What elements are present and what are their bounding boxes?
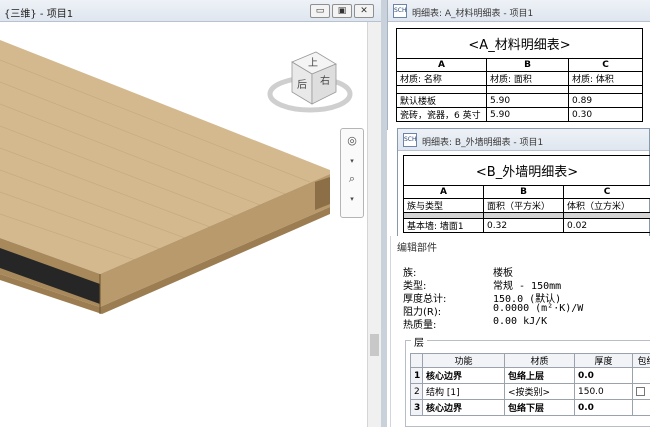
table-row[interactable]: 3 核心边界 包络下层 0.0 — [410, 399, 650, 416]
layers-group-label: 层 — [411, 334, 427, 349]
layer-number[interactable]: 2 — [410, 383, 423, 400]
column-letter[interactable]: C — [567, 58, 644, 72]
table-cell[interactable]: 0.89 — [567, 93, 644, 108]
layer-wrap[interactable] — [632, 383, 650, 400]
column-letter[interactable]: A — [396, 58, 487, 72]
viewcube[interactable]: 上 后 右 — [267, 51, 353, 113]
layer-function[interactable]: 核心边界 — [422, 399, 505, 416]
table-row[interactable]: 默认楼板 5.90 0.89 — [396, 93, 644, 108]
schedule-a-window-title: 明细表: A_材料明细表 - 项目1 — [412, 9, 534, 19]
layers-table[interactable]: 功能 材质 厚度 包络 1 核心边界 包络上层 0.0 2 结构 [1] <按类… — [410, 353, 650, 416]
3d-canvas[interactable]: 上 后 右 — [0, 22, 367, 427]
chevron-down-icon[interactable]: ▾ — [344, 153, 360, 169]
table-cell[interactable]: 默认楼板 — [396, 93, 487, 108]
table-cell[interactable]: 5.90 — [486, 107, 569, 122]
viewcube-right-label: 右 — [320, 74, 330, 87]
column-letter[interactable]: C — [563, 185, 650, 199]
column-header[interactable]: 材质: 体积 — [567, 71, 644, 86]
3d-view-title: {三维} - 项目1 — [4, 9, 74, 20]
schedule-b-title: <B_外墙明细表> — [403, 155, 650, 186]
table-row[interactable]: 基本墙: 墙面1 0.32 0.02 — [403, 218, 650, 233]
layer-function[interactable]: 结构 [1] — [422, 383, 505, 400]
layer-number[interactable]: 1 — [410, 367, 423, 384]
column-header[interactable]: 材质: 名称 — [396, 71, 487, 86]
schedule-a-title: <A_材料明细表> — [395, 28, 644, 59]
steering-wheel-icon[interactable]: ◎ — [344, 133, 360, 149]
layer-material[interactable]: 包络上层 — [504, 367, 575, 384]
schedule-b-titlebar[interactable]: SCH 明细表: B_外墙明细表 - 项目1 — [398, 129, 649, 151]
column-letter[interactable]: B — [486, 58, 569, 72]
layer-wrap — [632, 367, 650, 384]
table-row[interactable]: 2 结构 [1] <按类别> 150.0 — [410, 383, 650, 400]
layer-number[interactable]: 3 — [410, 399, 423, 416]
thermal-mass-label: 热质量: — [403, 320, 437, 331]
table-cell[interactable]: 0.02 — [563, 218, 650, 233]
minimize-button[interactable]: ▭ — [310, 4, 330, 18]
layer-header-index — [410, 353, 423, 368]
table-row[interactable]: 瓷砖，瓷器，6 英寸 5.90 0.30 — [396, 107, 644, 122]
chevron-down-icon[interactable]: ▾ — [344, 191, 360, 207]
viewcube-top-label: 上 — [308, 57, 318, 69]
vertical-scrollbar[interactable] — [367, 22, 381, 427]
edit-assembly-title: 编辑部件 — [397, 243, 437, 254]
table-row[interactable]: 1 核心边界 包络上层 0.0 — [410, 367, 650, 384]
layer-thickness[interactable]: 150.0 — [574, 383, 633, 400]
table-cell[interactable]: 0.32 — [483, 218, 564, 233]
layers-group: 功能 材质 厚度 包络 1 核心边界 包络上层 0.0 2 结构 [1] <按类… — [405, 340, 650, 427]
column-letter[interactable]: A — [403, 185, 484, 199]
layer-header-wrap[interactable]: 包络 — [632, 353, 650, 368]
schedule-b-table[interactable]: <B_外墙明细表> A B C 族与类型 面积（平方米） 体积（立方米） 基本墙… — [403, 155, 650, 233]
schedule-icon: SCH — [403, 133, 417, 147]
column-header[interactable]: 面积（平方米） — [483, 198, 564, 213]
layer-thickness[interactable]: 0.0 — [574, 367, 633, 384]
schedule-a-window[interactable]: SCH 明细表: A_材料明细表 - 项目1 <A_材料明细表> A B C 材… — [387, 0, 650, 130]
3d-view-titlebar[interactable]: {三维} - 项目1 ▭ ▣ ✕ — [0, 0, 381, 22]
resistance-value: 0.0000 (m²·K)/W — [493, 303, 584, 314]
layer-material[interactable]: 包络下层 — [504, 399, 575, 416]
restore-button[interactable]: ▣ — [332, 4, 352, 18]
table-cell[interactable]: 瓷砖，瓷器，6 英寸 — [396, 107, 487, 122]
table-cell[interactable]: 基本墙: 墙面1 — [403, 218, 484, 233]
3d-view-window[interactable]: 上 后 右 {三维} - 项目1 ▭ ▣ ✕ ◎ ▾ ⌕ ▾ — [0, 0, 381, 427]
layer-material[interactable]: <按类别> — [504, 383, 575, 400]
column-letter[interactable]: B — [483, 185, 564, 199]
slab-top-face[interactable] — [0, 40, 330, 274]
column-header[interactable]: 体积（立方米） — [563, 198, 650, 213]
layer-header-thickness[interactable]: 厚度 — [574, 353, 633, 368]
edit-assembly-panel[interactable]: 编辑部件 族: 楼板 类型: 常规 - 150mm 厚度总计: 150.0 (默… — [390, 236, 650, 427]
zoom-icon[interactable]: ⌕ — [344, 171, 360, 187]
schedule-a-table[interactable]: <A_材料明细表> A B C 材质: 名称 材质: 面积 材质: 体积 默认楼… — [395, 28, 644, 122]
column-header[interactable]: 族与类型 — [403, 198, 484, 213]
schedule-b-window[interactable]: SCH 明细表: B_外墙明细表 - 项目1 <B_外墙明细表> A B C 族… — [397, 128, 650, 240]
viewcube-back-label: 后 — [297, 79, 307, 91]
layer-wrap — [632, 399, 650, 416]
layer-thickness[interactable]: 0.0 — [574, 399, 633, 416]
layer-header-function[interactable]: 功能 — [422, 353, 505, 368]
schedule-b-window-title: 明细表: B_外墙明细表 - 项目1 — [422, 138, 544, 148]
scrollbar-thumb[interactable] — [370, 334, 379, 356]
schedule-a-titlebar[interactable]: SCH 明细表: A_材料明细表 - 项目1 — [388, 0, 650, 22]
close-button[interactable]: ✕ — [354, 4, 374, 18]
wrap-checkbox[interactable] — [636, 386, 645, 396]
table-cell[interactable]: 0.30 — [567, 107, 644, 122]
thermal-mass-value: 0.00 kJ/K — [493, 316, 548, 327]
column-header[interactable]: 材质: 面积 — [486, 71, 569, 86]
navigation-bar[interactable]: ◎ ▾ ⌕ ▾ — [340, 128, 364, 218]
layer-header-material[interactable]: 材质 — [504, 353, 575, 368]
schedule-icon: SCH — [393, 4, 407, 18]
table-cell[interactable]: 5.90 — [486, 93, 569, 108]
layer-function[interactable]: 核心边界 — [422, 367, 505, 384]
